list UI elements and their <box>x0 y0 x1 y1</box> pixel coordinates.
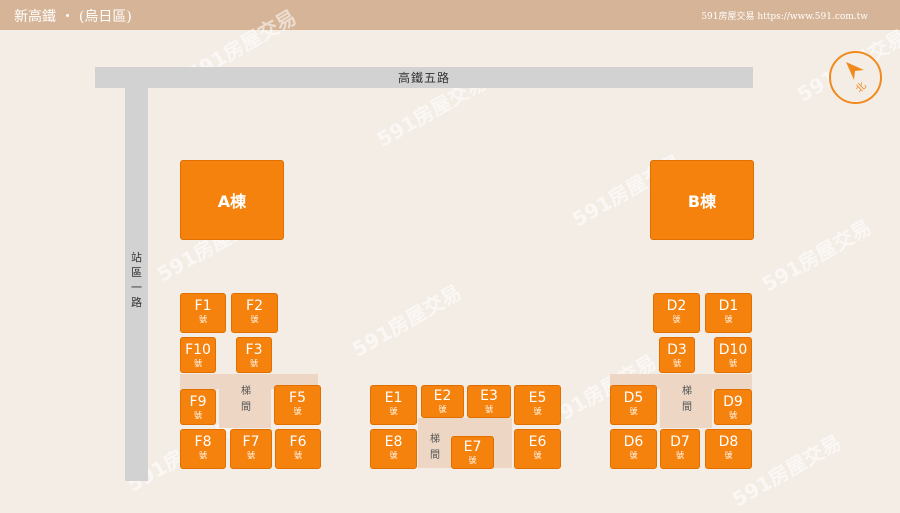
unit-f8[interactable]: F8 號 <box>180 429 226 469</box>
building-b[interactable]: B棟 <box>650 160 754 240</box>
stairwell-e: 梯間 <box>430 434 440 461</box>
unit-d1[interactable]: D1 號 <box>705 293 752 333</box>
unit-f2[interactable]: F2 號 <box>231 293 278 333</box>
unit-f6[interactable]: F6 號 <box>275 429 321 469</box>
unit-e5[interactable]: E5 號 <box>514 385 561 425</box>
road-side-char: 區 <box>131 266 142 279</box>
unit-f3[interactable]: F3 號 <box>236 337 272 373</box>
unit-d6[interactable]: D6 號 <box>610 429 657 469</box>
road-top: 高鐵五路 <box>95 67 753 88</box>
building-a[interactable]: A棟 <box>180 160 284 240</box>
road-side-char: 站 <box>131 251 142 264</box>
unit-e2[interactable]: E2 號 <box>421 385 464 418</box>
road-side-label: 站 區 一 路 <box>125 250 148 310</box>
unit-e3[interactable]: E3 號 <box>467 385 511 418</box>
building-a-label: A棟 <box>217 192 247 211</box>
unit-e6[interactable]: E6 號 <box>514 429 561 469</box>
unit-e8[interactable]: E8 號 <box>370 429 417 469</box>
unit-d8[interactable]: D8 號 <box>705 429 752 469</box>
page-title: 新高鐵 ‧ (烏日區) <box>14 9 132 25</box>
unit-f10[interactable]: F10 號 <box>180 337 216 373</box>
building-b-label: B棟 <box>687 192 717 211</box>
unit-e7[interactable]: E7 號 <box>451 436 494 469</box>
unit-d10[interactable]: D10 號 <box>714 337 752 373</box>
unit-f7[interactable]: F7 號 <box>230 429 272 469</box>
unit-d2[interactable]: D2 號 <box>653 293 700 333</box>
road-side-char: 一 <box>131 281 142 294</box>
road-side-char: 路 <box>131 296 142 309</box>
stairwell-f: 梯間 <box>241 386 251 413</box>
unit-d7[interactable]: D7 號 <box>660 429 700 469</box>
unit-e1[interactable]: E1 號 <box>370 385 417 425</box>
stairwell-d: 梯間 <box>682 386 692 413</box>
unit-f5[interactable]: F5 號 <box>274 385 321 425</box>
unit-f9[interactable]: F9 號 <box>180 389 216 425</box>
road-side: 站 區 一 路 <box>125 88 148 481</box>
unit-d3[interactable]: D3 號 <box>659 337 695 373</box>
road-top-label: 高鐵五路 <box>397 71 450 85</box>
north-arrow-icon <box>846 62 864 80</box>
header-bar: 新高鐵 ‧ (烏日區) 591房屋交易 https://www.591.com.… <box>0 0 900 30</box>
compass: 北 <box>829 51 882 104</box>
watermark: 591房屋交易 <box>347 279 466 362</box>
site-credit: 591房屋交易 https://www.591.com.tw <box>701 12 868 22</box>
compass-label: 北 <box>853 80 869 96</box>
unit-f1[interactable]: F1 號 <box>180 293 226 333</box>
unit-d9[interactable]: D9 號 <box>714 389 752 425</box>
unit-d5[interactable]: D5 號 <box>610 385 657 425</box>
watermark: 591房屋交易 <box>757 214 876 297</box>
